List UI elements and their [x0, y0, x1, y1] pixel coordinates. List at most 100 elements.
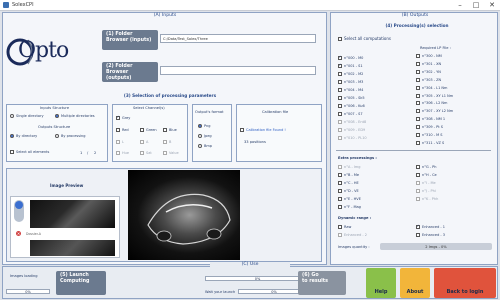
processing-checkbox[interactable]: n°301 - XN — [416, 61, 441, 66]
preview-thumbnail[interactable] — [30, 200, 115, 228]
processing-checkbox[interactable]: n°303 - ZN — [416, 77, 441, 82]
help-button[interactable]: Help — [366, 268, 396, 298]
channel-blue-checkbox[interactable]: Blue — [163, 128, 177, 132]
select-all-elements-checkbox[interactable]: Select all elements — [10, 150, 49, 154]
preview-image — [128, 170, 240, 260]
processing-checkbox[interactable]: n°008 - Ent8 — [338, 120, 366, 124]
processing-checkbox[interactable]: n°007 - S7 — [338, 112, 363, 116]
title-bar: SolexCPI – □ ✕ — [0, 0, 500, 11]
by-processing-radio[interactable]: By processing — [55, 134, 85, 138]
close-icon[interactable]: ✕ — [484, 0, 500, 10]
processing-checkbox[interactable]: n°H - Ce — [416, 173, 437, 177]
channels-title: Select Channel(s) — [133, 106, 165, 110]
processing-params-title: (3) Selection of processing parameters — [123, 93, 217, 98]
processing-checkbox[interactable]: n°302 - YN — [416, 69, 441, 74]
processing-checkbox[interactable]: n°003 - M3 — [338, 80, 363, 84]
inputs-path-field[interactable]: C:/Data/Test_Solex/Three — [160, 34, 316, 43]
processing-checkbox[interactable]: n°005 - Sk5 — [338, 96, 365, 100]
format-jpeg-radio[interactable]: Jpeg — [198, 134, 212, 138]
outputs-section-title: (B) Outputs — [401, 13, 429, 18]
processing-checkbox[interactable]: n°I - Me — [416, 181, 436, 185]
preview-thumbnail-2[interactable] — [30, 240, 115, 256]
format-title: Output's format — [195, 110, 224, 114]
processing-checkbox[interactable]: n°305 - XY L1 Nm — [416, 93, 453, 98]
select-all-computations-checkbox[interactable]: Select all computations — [338, 36, 391, 41]
maximize-icon[interactable]: □ — [468, 0, 484, 10]
dynamic-range-checkbox[interactable]: ✓ Enhanced - 1 — [416, 225, 445, 229]
processing-checkbox[interactable]: n°009 - ED9 — [338, 128, 365, 132]
processing-checkbox[interactable]: n°A - Img — [338, 165, 361, 169]
dynamic-range-title: Dynamic range : — [338, 216, 372, 220]
back-to-login-button[interactable]: Back to login — [434, 268, 496, 298]
processing-checkbox[interactable]: n°311 - VZ S — [416, 140, 444, 145]
processing-checkbox[interactable]: n°D - VE — [338, 189, 359, 193]
processing-checkbox[interactable]: n°G - Ph — [416, 165, 437, 169]
channel-green-checkbox[interactable]: Green — [140, 128, 157, 132]
preview-title: Image Preview — [50, 183, 84, 188]
window-controls: – □ ✕ — [452, 0, 500, 10]
images-quantity-label: Images quantity : — [338, 245, 370, 249]
use-section-title: (C) Use — [210, 262, 290, 267]
go-to-results-button[interactable]: (6) Go to results — [298, 271, 346, 295]
channel-grey-checkbox[interactable]: ✓ Grey — [116, 116, 130, 120]
channel-sat-checkbox[interactable]: Sat — [140, 151, 152, 155]
dynamic-range-checkbox[interactable]: Raw — [338, 225, 351, 229]
processing-checkbox[interactable]: n°304 - L1 Nm — [416, 85, 447, 90]
channel-l-checkbox[interactable]: L — [116, 140, 124, 144]
page-separator: / — [87, 151, 89, 155]
dynamic-range-checkbox[interactable]: Enhanced - 3 — [416, 233, 445, 237]
outputs-path-field[interactable] — [160, 66, 316, 75]
folder-browser-outputs-button[interactable]: (2) Folder Browser (outputs) — [102, 62, 158, 82]
required-lp-label: Required LP File : — [420, 46, 451, 50]
processing-checkbox[interactable]: n°006 - Ku6 — [338, 104, 365, 108]
processing-checkbox[interactable]: n°010 - PL10 — [338, 136, 367, 140]
processing-checkbox[interactable]: n°F - Mag — [338, 205, 361, 209]
extra-processings-title: Extra processings : — [338, 156, 377, 160]
processing-checkbox[interactable]: n°004 - M4 — [338, 88, 363, 92]
processing-checkbox[interactable]: n°K - Phh — [416, 197, 438, 201]
images-loading-bar: 0% — [6, 289, 50, 294]
dynamic-range-checkbox[interactable]: Enhanced - 2 — [338, 233, 367, 237]
wait-launch-label: Wait your launch — [205, 290, 236, 294]
processing-checkbox[interactable]: ✓ n°000 - M0 — [338, 56, 363, 60]
calibration-positions: 33 positions — [244, 140, 266, 144]
processing-checkbox[interactable]: n°E - HVE — [338, 197, 361, 201]
channel-red-checkbox[interactable]: Red — [116, 128, 129, 132]
window-title: SolexCPI — [12, 2, 34, 8]
channel-a-checkbox[interactable]: A — [140, 140, 148, 144]
processing-checkbox[interactable]: n°306 - L2 Nm — [416, 101, 447, 106]
multiple-directories-radio[interactable]: Multiple directories — [55, 114, 95, 118]
images-quantity-bar: 2 Imgs - 0% — [380, 243, 492, 250]
channel-hue-checkbox[interactable]: Hue — [116, 151, 129, 155]
thumbnail-remove-icon[interactable]: ✕ — [16, 231, 21, 236]
processing-checkbox[interactable]: ✓ n°001 - S1 — [338, 64, 363, 68]
processing-checkbox[interactable]: n°309 - Pt S — [416, 125, 443, 130]
channel-value-checkbox[interactable]: Value — [163, 151, 179, 155]
thumbnail-label: Dossier-A — [26, 232, 41, 236]
by-directory-radio[interactable]: By directory — [10, 134, 37, 138]
processing-checkbox[interactable]: n°310 - M S — [416, 133, 443, 137]
divider — [336, 150, 491, 151]
format-bmp-radio[interactable]: Bmp — [198, 144, 212, 148]
processing-checkbox[interactable]: n°B - Me — [338, 173, 359, 177]
processing-checkbox[interactable]: n°308 - NM 1 — [416, 117, 445, 122]
channel-b-checkbox[interactable]: B — [163, 140, 171, 144]
processing-checkbox[interactable]: n°307 - XY L2 Nm — [416, 109, 453, 114]
images-loading-label: Images loading — [10, 274, 38, 278]
processing-checkbox[interactable]: n°002 - M2 — [338, 72, 363, 76]
minimize-icon[interactable]: – — [452, 0, 468, 10]
about-button[interactable]: About — [400, 268, 430, 298]
format-png-radio[interactable]: Png — [198, 124, 211, 128]
processing-checkbox[interactable]: n°300 - NM — [416, 54, 442, 58]
calibration-found-checkbox[interactable]: Calibration file Found ! — [240, 128, 286, 132]
outputs-structure-title: Outputs Structure — [38, 125, 71, 129]
launch-progress-bar: 0% — [205, 276, 310, 281]
processing-checkbox[interactable]: n°C - HE — [338, 181, 359, 185]
launch-computing-button[interactable]: (5) Launch Computing — [56, 271, 106, 295]
folder-browser-inputs-button[interactable]: (1) Folder Browser (inputs) — [102, 30, 158, 50]
toggle-switch[interactable] — [14, 200, 24, 222]
single-directory-radio[interactable]: Single directory — [10, 114, 44, 118]
processing-selection-title: (4) Processing(s) selection — [385, 23, 449, 28]
app-icon — [3, 2, 9, 8]
processing-checkbox[interactable]: n°J - Phi — [416, 189, 436, 193]
